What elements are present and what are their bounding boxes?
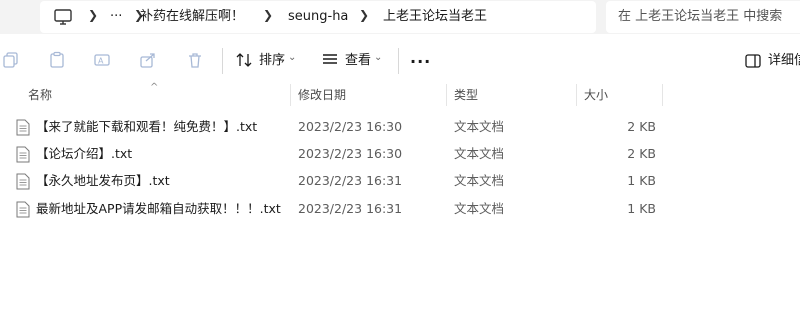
details-label: 详细信 bbox=[768, 53, 800, 68]
breadcrumb[interactable]: ❯ ··· ❯ 补药在线解压啊！ ❯ seung-ha ❯ 上老王论坛当老王 bbox=[40, 1, 596, 33]
column-header: ^ 名称 修改日期 类型 大小 bbox=[0, 82, 800, 106]
file-size: 2 KB bbox=[627, 146, 656, 161]
details-pane-icon bbox=[745, 54, 761, 68]
file-date: 2023/2/23 16:31 bbox=[298, 201, 403, 216]
file-size: 2 KB bbox=[627, 119, 656, 134]
toolbar-divider bbox=[222, 48, 223, 74]
breadcrumb-item-1[interactable]: 补药在线解压啊！ bbox=[140, 8, 244, 26]
search-input[interactable]: 在 上老王论坛当老王 中搜索 bbox=[606, 1, 800, 33]
rename-icon[interactable]: A bbox=[93, 51, 111, 69]
text-file-icon bbox=[16, 146, 30, 163]
address-bar: ❯ ··· ❯ 补药在线解压啊！ ❯ seung-ha ❯ 上老王论坛当老王 在… bbox=[0, 0, 800, 34]
view-list-icon bbox=[323, 54, 337, 64]
text-file-icon bbox=[16, 201, 30, 218]
share-icon[interactable] bbox=[139, 51, 157, 69]
computer-icon[interactable] bbox=[52, 7, 74, 27]
breadcrumb-item-2[interactable]: seung-ha bbox=[288, 8, 348, 26]
sort-button[interactable]: 排序 ⌄ bbox=[233, 48, 301, 74]
details-pane-button[interactable]: 详细信 bbox=[744, 48, 800, 74]
breadcrumb-overflow[interactable]: ··· bbox=[110, 8, 122, 26]
column-name[interactable]: 名称 bbox=[28, 88, 52, 102]
breadcrumb-item-3[interactable]: 上老王论坛当老王 bbox=[383, 8, 487, 26]
column-divider[interactable] bbox=[290, 84, 291, 106]
column-divider[interactable] bbox=[446, 84, 447, 106]
file-date: 2023/2/23 16:31 bbox=[298, 173, 403, 188]
search-placeholder: 在 上老王论坛当老王 中搜索 bbox=[618, 9, 783, 24]
text-file-icon bbox=[16, 119, 30, 136]
delete-icon[interactable] bbox=[186, 51, 204, 69]
view-label: 查看 bbox=[345, 53, 372, 68]
chevron-down-icon: ⌄ bbox=[288, 52, 297, 63]
file-date: 2023/2/23 16:30 bbox=[298, 119, 403, 134]
column-date[interactable]: 修改日期 bbox=[298, 88, 346, 102]
more-options-button[interactable]: ··· bbox=[410, 52, 431, 71]
file-name: 最新地址及APP请发邮箱自动获取！！！.txt bbox=[36, 201, 281, 216]
file-row[interactable]: 【论坛介绍】.txt 2023/2/23 16:30 文本文档 2 KB bbox=[0, 141, 800, 167]
chevron-right-icon[interactable]: ❯ bbox=[263, 8, 273, 22]
file-name: 【论坛介绍】.txt bbox=[36, 146, 133, 161]
chevron-right-icon[interactable]: ❯ bbox=[359, 8, 369, 22]
paste-icon[interactable] bbox=[48, 51, 66, 69]
sort-icon bbox=[236, 53, 252, 67]
chevron-down-icon: ⌄ bbox=[374, 52, 383, 63]
file-type: 文本文档 bbox=[454, 119, 505, 134]
file-type: 文本文档 bbox=[454, 173, 505, 188]
column-size[interactable]: 大小 bbox=[584, 88, 608, 102]
file-size: 1 KB bbox=[627, 201, 656, 216]
file-row[interactable]: 【来了就能下载和观看！纯免费！】.txt 2023/2/23 16:30 文本文… bbox=[0, 114, 800, 140]
column-divider[interactable] bbox=[576, 84, 577, 106]
view-button[interactable]: 查看 ⌄ bbox=[319, 48, 387, 74]
file-name: 【永久地址发布页】.txt bbox=[36, 173, 170, 188]
file-name: 【来了就能下载和观看！纯免费！】.txt bbox=[36, 119, 258, 134]
file-size: 1 KB bbox=[627, 173, 656, 188]
file-row[interactable]: 最新地址及APP请发邮箱自动获取！！！.txt 2023/2/23 16:31 … bbox=[0, 196, 800, 222]
sort-ascending-icon: ^ bbox=[150, 82, 159, 93]
svg-text:A: A bbox=[98, 57, 104, 66]
file-row[interactable]: 【永久地址发布页】.txt 2023/2/23 16:31 文本文档 1 KB bbox=[0, 168, 800, 194]
copy-icon[interactable] bbox=[2, 51, 20, 69]
file-type: 文本文档 bbox=[454, 201, 505, 216]
command-bar: A 排序 ⌄ 查看 ⌄ ··· 详细信 bbox=[0, 40, 800, 82]
chevron-right-icon[interactable]: ❯ bbox=[88, 8, 98, 22]
file-type: 文本文档 bbox=[454, 146, 505, 161]
column-type[interactable]: 类型 bbox=[454, 88, 478, 102]
text-file-icon bbox=[16, 173, 30, 190]
toolbar-divider bbox=[398, 48, 399, 74]
column-divider[interactable] bbox=[662, 84, 663, 106]
file-date: 2023/2/23 16:30 bbox=[298, 146, 403, 161]
sort-label: 排序 bbox=[259, 53, 286, 68]
